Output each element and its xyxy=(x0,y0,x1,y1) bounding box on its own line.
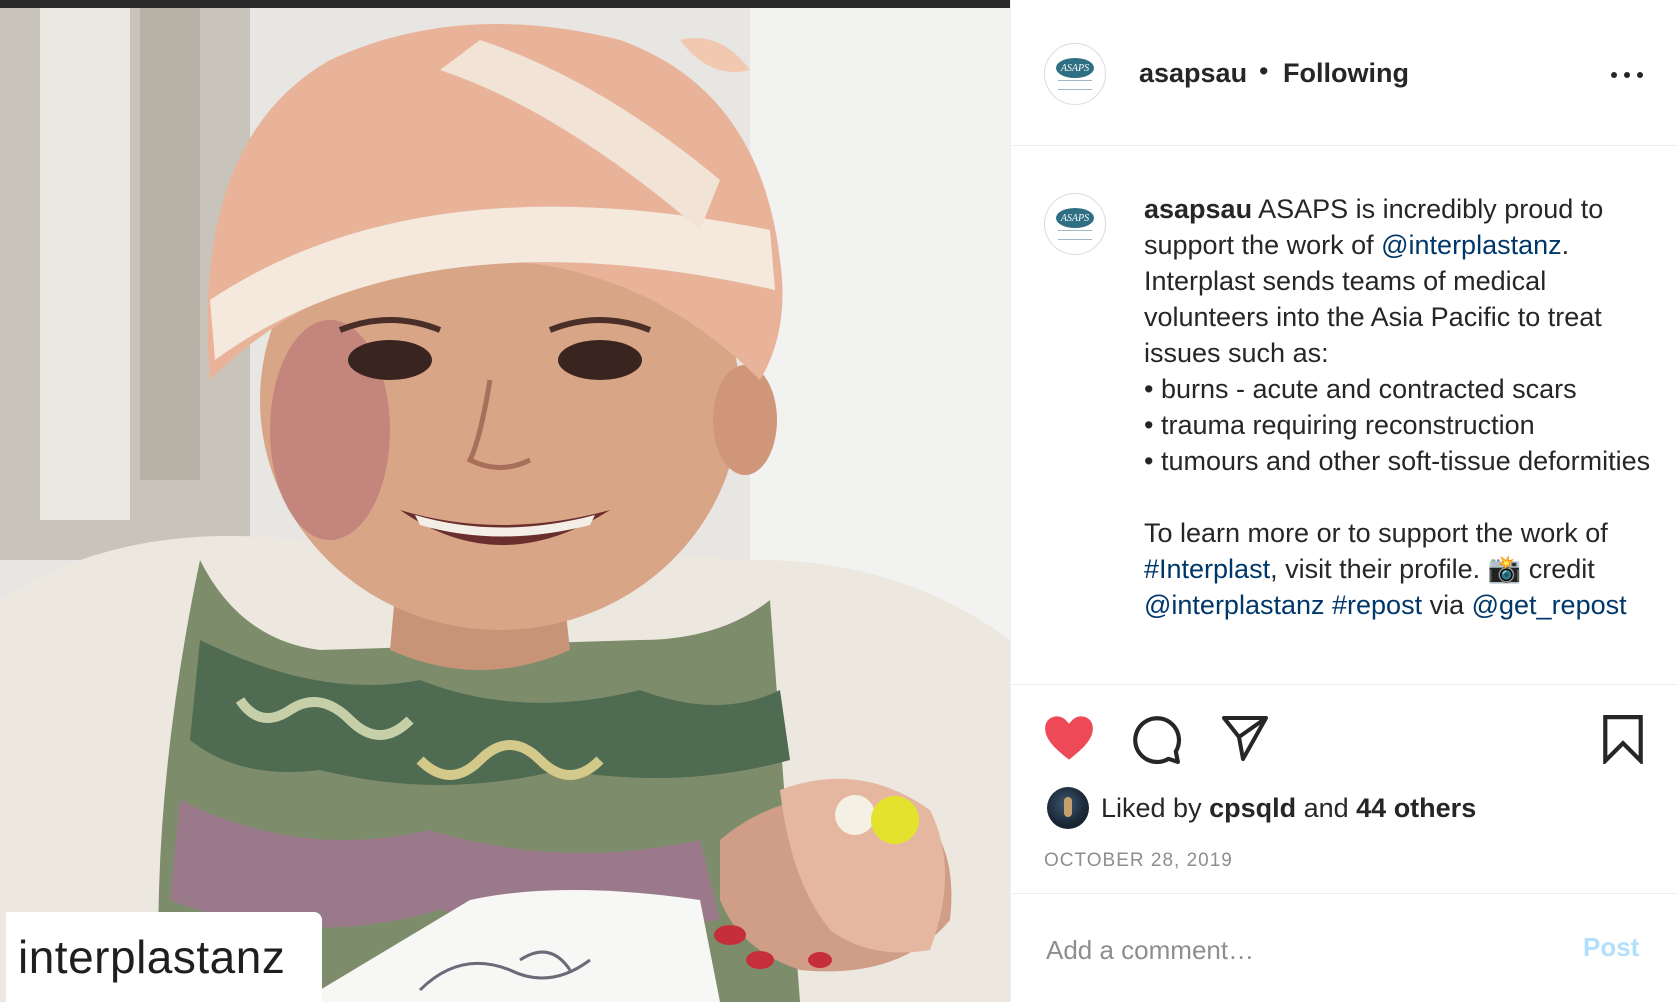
bullet-item: • burns - acute and contracted scars xyxy=(1144,374,1577,404)
mention-link[interactable]: @interplastanz xyxy=(1144,590,1325,620)
post-caption: asapsau ASAPS is incredibly proud to sup… xyxy=(1144,191,1654,623)
mention-link[interactable]: @get_repost xyxy=(1472,590,1627,620)
liker-username[interactable]: cpsqld xyxy=(1209,793,1296,823)
profile-avatar[interactable]: ASAPS xyxy=(1044,43,1106,105)
post-photo[interactable]: interplastanz xyxy=(0,0,1010,1002)
post-date[interactable]: OCTOBER 28, 2019 xyxy=(1044,850,1233,872)
watermark-text: interplastanz xyxy=(18,931,286,983)
comment-input[interactable] xyxy=(1046,930,1526,970)
caption-text: To learn more or to support the work of xyxy=(1144,518,1608,548)
caption-scroll-area[interactable]: ASAPS asapsau ASAPS is incredibly proud … xyxy=(1011,147,1678,685)
heart-icon[interactable] xyxy=(1043,714,1095,767)
hashtag-link[interactable]: #Interplast xyxy=(1144,554,1270,584)
photo-illustration xyxy=(0,0,1010,1002)
asaps-logo-icon: ASAPS xyxy=(1056,208,1094,228)
bullet-item: • tumours and other soft-tissue deformit… xyxy=(1144,446,1651,476)
liker-avatar[interactable] xyxy=(1047,787,1089,829)
caption-text xyxy=(1325,590,1333,620)
asaps-logo-icon: ASAPS xyxy=(1056,58,1094,78)
logo-subtext-lines xyxy=(1058,230,1092,240)
caption-avatar[interactable]: ASAPS xyxy=(1044,193,1106,255)
likes-summary: Liked by cpsqld and 44 others xyxy=(1047,786,1476,830)
likes-count[interactable]: 44 others xyxy=(1356,793,1476,823)
likes-text[interactable]: Liked by cpsqld and 44 others xyxy=(1101,793,1476,824)
post-sidebar: ASAPS asapsau • Following ASAPS asapsau … xyxy=(1010,0,1678,1002)
caption-username[interactable]: asapsau xyxy=(1144,194,1252,224)
photo-watermark: interplastanz xyxy=(6,912,322,1002)
bookmark-icon[interactable] xyxy=(1601,714,1645,769)
bullet-item: • trauma requiring reconstruction xyxy=(1144,410,1535,440)
post-button[interactable]: Post xyxy=(1583,932,1639,963)
mention-link[interactable]: @interplastanz xyxy=(1381,230,1562,260)
header-username[interactable]: asapsau xyxy=(1139,58,1247,89)
hashtag-link[interactable]: #repost xyxy=(1332,590,1422,620)
more-options-icon[interactable] xyxy=(1611,72,1643,80)
action-bar xyxy=(1011,688,1678,788)
caption-text: , visit their profile. 📸 credit xyxy=(1270,554,1595,584)
comment-bar: Post xyxy=(1011,893,1678,1002)
caption-text: via xyxy=(1422,590,1472,620)
following-button[interactable]: Following xyxy=(1283,58,1409,89)
comment-icon[interactable] xyxy=(1131,714,1182,769)
share-icon[interactable] xyxy=(1221,714,1269,767)
logo-subtext-lines xyxy=(1058,80,1092,90)
header-separator: • xyxy=(1259,56,1269,86)
post-header: ASAPS asapsau • Following xyxy=(1011,0,1678,146)
